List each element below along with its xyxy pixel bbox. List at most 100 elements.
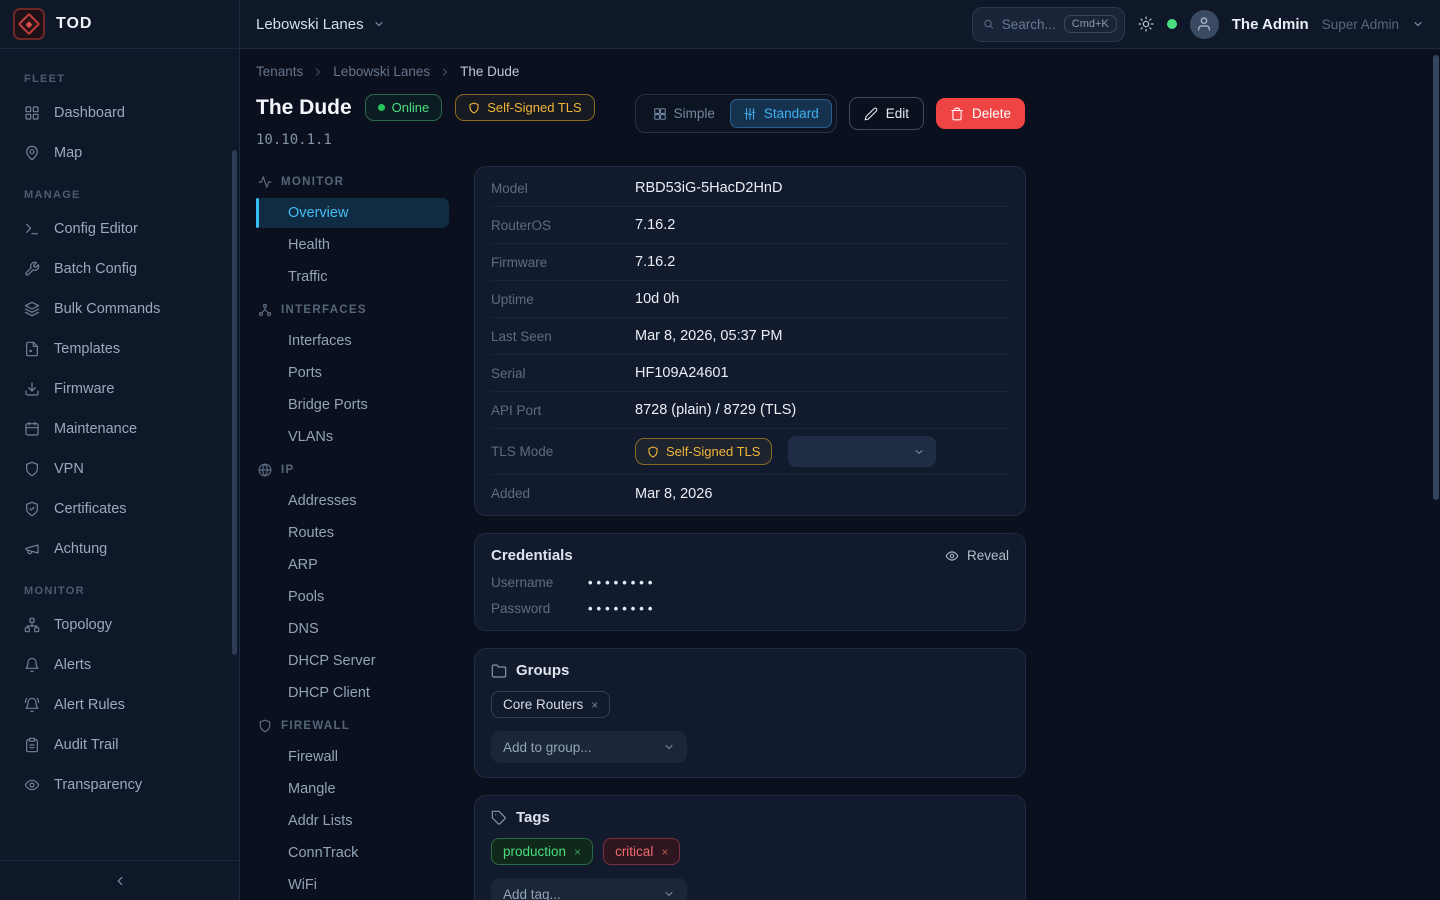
theme-toggle-button[interactable] (1138, 16, 1154, 32)
subnav-item-interfaces[interactable]: Interfaces (256, 326, 449, 356)
app-logo[interactable]: TOD (0, 0, 239, 49)
subnav-item-health[interactable]: Health (256, 230, 449, 260)
tls-mode-select[interactable] (788, 436, 936, 467)
globe-icon (258, 463, 272, 477)
terminal-icon (24, 221, 40, 237)
subnav-item-addr-lists[interactable]: Addr Lists (256, 806, 449, 836)
user-icon (1196, 16, 1212, 32)
add-to-group-select[interactable]: Add to group... (491, 731, 687, 763)
sidebar-item-batch-config[interactable]: Batch Config (12, 249, 227, 289)
subnav-item-traffic[interactable]: Traffic (256, 262, 449, 292)
sidebar-item-maintenance[interactable]: Maintenance (12, 409, 227, 449)
toggle-simple[interactable]: Simple (640, 99, 728, 128)
connection-status-dot (1167, 19, 1177, 29)
file-icon (24, 341, 40, 357)
groups-title: Groups (491, 662, 1009, 679)
device-overview-card: Model RBD53iG-5HacD2HnD RouterOS 7.16.2 … (474, 166, 1026, 516)
subnav-item-dhcp-server[interactable]: DHCP Server (256, 646, 449, 676)
sidebar-item-bulk-commands[interactable]: Bulk Commands (12, 289, 227, 329)
page-scrollbar[interactable] (1433, 55, 1439, 500)
sidebar-scrollbar[interactable] (232, 150, 237, 655)
subnav-section-interfaces: INTERFACES (256, 294, 449, 324)
search-placeholder: Search... (1002, 17, 1056, 32)
subnav-item-ports[interactable]: Ports (256, 358, 449, 388)
sidebar-item-dashboard[interactable]: Dashboard (12, 93, 227, 133)
header-actions: Simple Standard Edit Delete (635, 94, 1025, 133)
subnav-item-arp[interactable]: ARP (256, 550, 449, 580)
sidebar-item-transparency[interactable]: Transparency (12, 765, 227, 805)
shield-icon (24, 461, 40, 477)
dashboard-icon (24, 105, 40, 121)
layers-icon (24, 301, 40, 317)
subnav-item-addresses[interactable]: Addresses (256, 486, 449, 516)
sidebar-item-map[interactable]: Map (12, 133, 227, 173)
subnav-item-conntrack[interactable]: ConnTrack (256, 838, 449, 868)
breadcrumb-tenants[interactable]: Tenants (256, 64, 303, 79)
reveal-button[interactable]: Reveal (945, 548, 1009, 563)
groups-card: Groups Core Routers × Add to group... (474, 648, 1026, 778)
avatar[interactable] (1190, 10, 1219, 39)
activity-icon (258, 175, 272, 189)
page-body: MONITOR Overview Health Traffic INTERFAC… (256, 166, 1424, 900)
sidebar-item-audit-trail[interactable]: Audit Trail (12, 725, 227, 765)
sidebar-item-achtung[interactable]: Achtung (12, 529, 227, 569)
remove-tag-button[interactable]: × (661, 846, 668, 858)
overview-row-api-port: API Port 8728 (plain) / 8729 (TLS) (491, 392, 1009, 429)
wrench-icon (24, 261, 40, 277)
sidebar-item-alert-rules[interactable]: Alert Rules (12, 685, 227, 725)
edit-button[interactable]: Edit (849, 97, 924, 130)
subnav-item-pools[interactable]: Pools (256, 582, 449, 612)
subnav-item-vlans[interactable]: VLANs (256, 422, 449, 452)
sidebar-nav: FLEET Dashboard Map MANAGE Config Editor… (0, 49, 239, 805)
status-badge: Online (365, 94, 443, 121)
sidebar-item-templates[interactable]: Templates (12, 329, 227, 369)
delete-button[interactable]: Delete (936, 98, 1025, 129)
main-content: Tenants Lebowski Lanes The Dude The Dude… (240, 49, 1440, 900)
breadcrumb-tenant-name[interactable]: Lebowski Lanes (333, 64, 430, 79)
credential-username-row: Username •••••••• (491, 575, 1009, 590)
sidebar-item-topology[interactable]: Topology (12, 605, 227, 645)
sidebar-item-firmware[interactable]: Firmware (12, 369, 227, 409)
subnav-item-dns[interactable]: DNS (256, 614, 449, 644)
tenant-name: Lebowski Lanes (256, 16, 364, 33)
subnav-item-mangle[interactable]: Mangle (256, 774, 449, 804)
online-dot-icon (378, 104, 385, 111)
add-tag-select[interactable]: Add tag... (491, 878, 687, 900)
sidebar-item-vpn[interactable]: VPN (12, 449, 227, 489)
overview-row-serial: Serial HF109A24601 (491, 355, 1009, 392)
map-pin-icon (24, 145, 40, 161)
sidebar-item-label: Audit Trail (54, 737, 118, 753)
toggle-standard[interactable]: Standard (730, 99, 832, 128)
overview-row-tls-mode: TLS Mode Self-Signed TLS (491, 429, 1009, 475)
subnav-item-overview[interactable]: Overview (256, 198, 449, 228)
subnav-item-bridge-ports[interactable]: Bridge Ports (256, 390, 449, 420)
sidebar-item-alerts[interactable]: Alerts (12, 645, 227, 685)
chevron-down-icon (373, 18, 385, 30)
chevron-down-icon (913, 446, 925, 458)
subnav-item-dhcp-client[interactable]: DHCP Client (256, 678, 449, 708)
shield-icon (468, 102, 480, 114)
sidebar-item-certificates[interactable]: Certificates (12, 489, 227, 529)
credentials-title: Credentials (491, 547, 573, 564)
user-menu-button[interactable] (1412, 18, 1424, 30)
tags-title: Tags (491, 809, 1009, 826)
sidebar-collapse-button[interactable] (0, 860, 239, 900)
search-input[interactable]: Search... Cmd+K (972, 7, 1125, 42)
subnav-item-firewall[interactable]: Firewall (256, 742, 449, 772)
device-title-block: The Dude Online Self-Signed TLS 10.10.1.… (256, 94, 595, 148)
sidebar-item-config-editor[interactable]: Config Editor (12, 209, 227, 249)
tag-chip-critical: critical × (603, 838, 680, 865)
sidebar-item-label: Alert Rules (54, 697, 125, 713)
subnav-item-wifi[interactable]: WiFi (256, 870, 449, 900)
tenant-switcher[interactable]: Lebowski Lanes (256, 16, 385, 33)
subnav-item-routes[interactable]: Routes (256, 518, 449, 548)
remove-group-button[interactable]: × (591, 699, 598, 711)
nav-section-fleet: FLEET (24, 73, 215, 85)
tags-card: Tags production × critical × Add tag... (474, 795, 1026, 900)
view-mode-toggle: Simple Standard (635, 94, 837, 133)
breadcrumb: Tenants Lebowski Lanes The Dude (256, 64, 1440, 79)
eye-icon (24, 777, 40, 793)
sliders-icon (743, 107, 757, 121)
sun-icon (1138, 16, 1154, 32)
remove-tag-button[interactable]: × (574, 846, 581, 858)
